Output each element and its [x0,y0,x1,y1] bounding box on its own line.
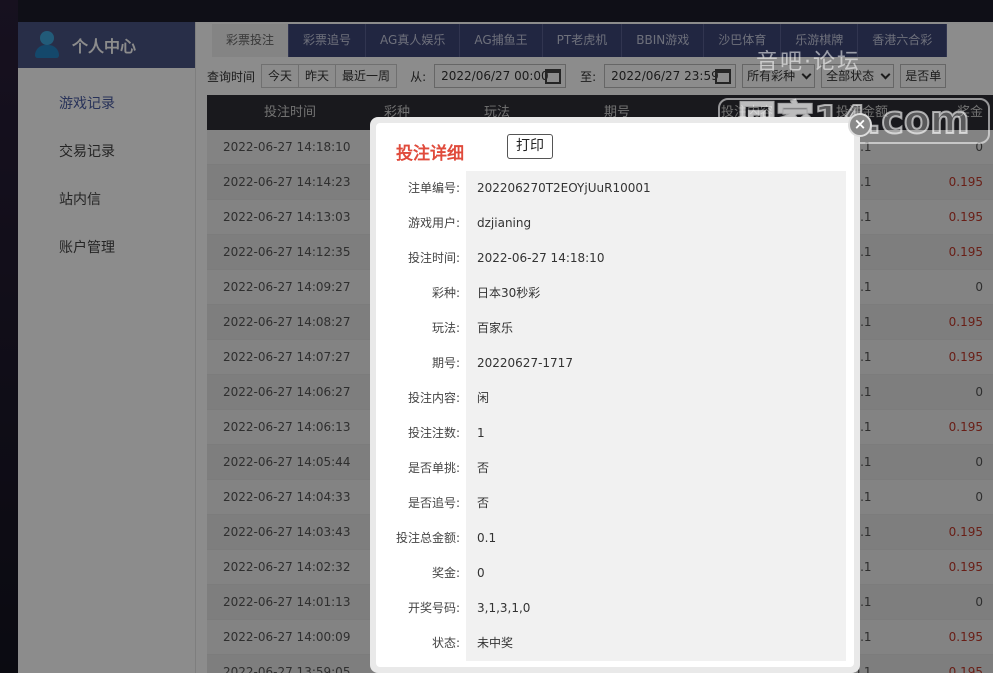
detail-row: 期号: 20220627-1717 [388,346,846,381]
detail-row: 玩法: 百家乐 [388,311,846,346]
detail-value: 3,1,3,1,0 [466,591,846,626]
detail-value: 百家乐 [466,311,846,346]
detail-value: 0.1 [466,521,846,556]
detail-value: 1 [466,416,846,451]
detail-value: 202206270T2EOYjUuR10001 [466,171,846,206]
detail-label: 期号: [388,346,466,381]
detail-label: 开奖号码: [388,591,466,626]
detail-row: 是否追号: 否 [388,486,846,521]
detail-row: 注单编号: 202206270T2EOYjUuR10001 [388,171,846,206]
detail-row: 投注时间: 2022-06-27 14:18:10 [388,241,846,276]
detail-row: 投注总金额: 0.1 [388,521,846,556]
detail-value: 闲 [466,381,846,416]
detail-value: 否 [466,451,846,486]
detail-label: 是否单挑: [388,451,466,486]
detail-label: 投注注数: [388,416,466,451]
detail-row: 投注内容: 闲 [388,381,846,416]
detail-label: 游戏用户: [388,206,466,241]
detail-row: 开奖号码: 3,1,3,1,0 [388,591,846,626]
detail-list: 注单编号: 202206270T2EOYjUuR10001 游戏用户: dzjiani… [388,171,846,661]
detail-row: 状态: 未中奖 [388,626,846,661]
detail-label: 投注总金额: [388,521,466,556]
detail-value: 未中奖 [466,626,846,661]
detail-value: 2022-06-27 14:18:10 [466,241,846,276]
detail-row: 奖金: 0 [388,556,846,591]
modal-body: 投注详细 打印 × 注单编号: 202206270T2EOYjUuR10001 游戏… [376,113,872,667]
detail-row: 彩种: 日本30秒彩 [388,276,846,311]
detail-label: 彩种: [388,276,466,311]
detail-value: 0 [466,556,846,591]
detail-row: 投注注数: 1 [388,416,846,451]
detail-label: 状态: [388,626,466,661]
detail-value: 20220627-1717 [466,346,846,381]
detail-value: 否 [466,486,846,521]
close-icon[interactable]: × [848,113,872,137]
detail-label: 奖金: [388,556,466,591]
detail-row: 是否单挑: 否 [388,451,846,486]
detail-value: dzjianing [466,206,846,241]
detail-label: 投注时间: [388,241,466,276]
detail-label: 注单编号: [388,171,466,206]
modal-title: 投注详细 [396,144,464,164]
detail-label: 投注内容: [388,381,466,416]
bet-detail-modal: 投注详细 打印 × 注单编号: 202206270T2EOYjUuR10001 游戏… [370,113,872,673]
detail-value: 日本30秒彩 [466,276,846,311]
detail-label: 玩法: [388,311,466,346]
detail-label: 是否追号: [388,486,466,521]
detail-row: 游戏用户: dzjianing [388,206,846,241]
print-button[interactable]: 打印 [507,134,553,159]
